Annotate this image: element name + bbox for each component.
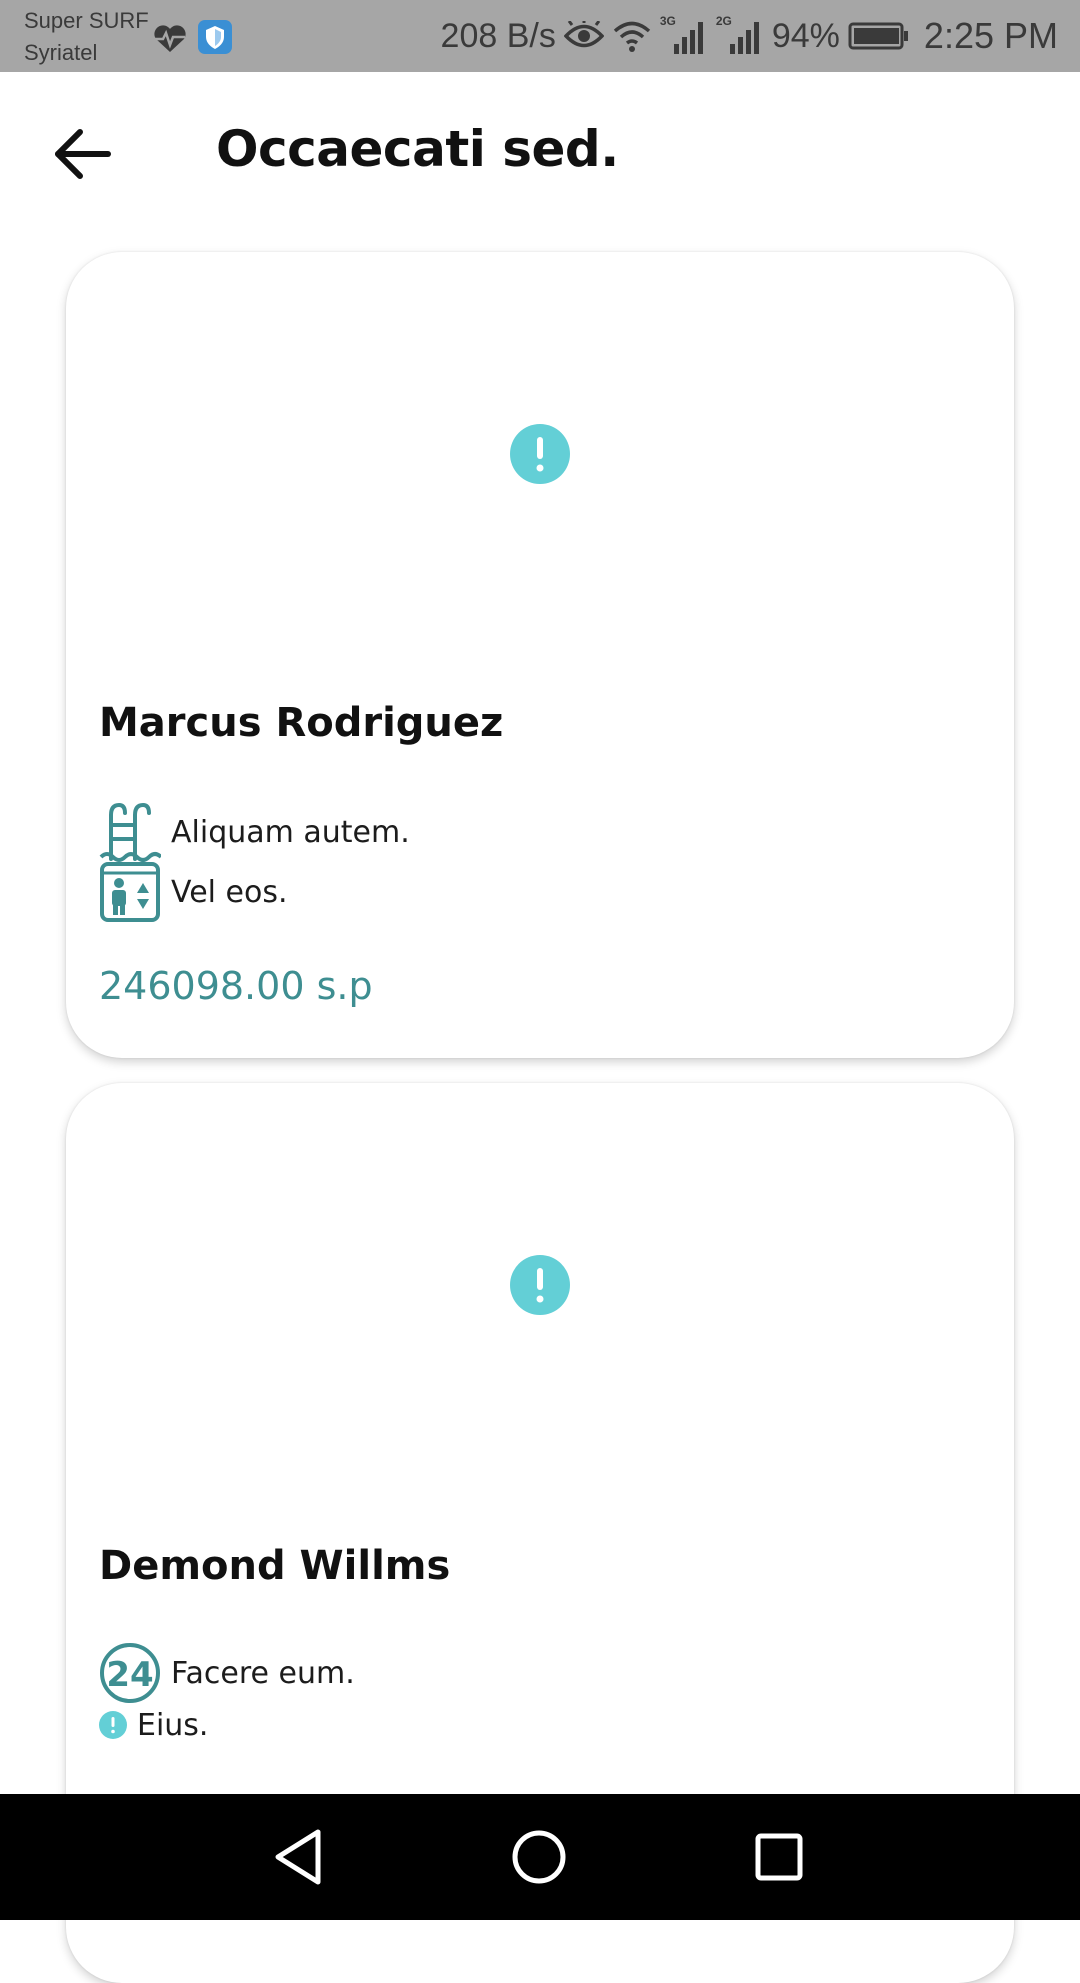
eye-icon — [563, 21, 604, 48]
nav-back-button[interactable] — [266, 1824, 332, 1890]
arrow-left-icon — [55, 129, 111, 179]
feature-label: Vel eos. — [171, 874, 288, 910]
triangle-back-icon — [275, 1829, 321, 1885]
heart-pulse-icon — [154, 25, 186, 52]
info-icon — [99, 1711, 127, 1739]
signal-icon — [673, 22, 703, 54]
signal-3g: 3G — [660, 14, 708, 56]
card-image-placeholder — [66, 1083, 1014, 1483]
feature-item: Aliquam autem. — [99, 802, 410, 862]
battery-icon — [848, 22, 908, 50]
carrier-name: Super SURF — [24, 8, 149, 33]
nav-home-button[interactable] — [506, 1824, 572, 1890]
battery-percent: 94% — [771, 16, 840, 55]
system-nav-bar — [0, 1794, 1080, 1920]
feature-item: Eius. — [99, 1695, 208, 1755]
square-recents-icon — [755, 1833, 803, 1881]
signal-icon — [729, 22, 759, 54]
feature-label: Aliquam autem. — [171, 814, 410, 850]
page-title: Occaecati sed. — [216, 120, 619, 178]
shield-icon — [198, 20, 232, 54]
wifi-icon — [613, 21, 651, 52]
listing-card[interactable]: Marcus Rodriguez Aliquam autem. Vel eos.… — [66, 252, 1014, 1058]
elevator-icon — [100, 862, 160, 922]
app-bar: Occaecati sed. — [0, 72, 1080, 242]
status-bar: Super SURF Syriatel 208 B/s 3G 2G 94% 2:… — [0, 0, 1080, 72]
feature-label: Eius. — [137, 1707, 209, 1743]
svg-text:24: 24 — [106, 1655, 153, 1695]
card-title: Demond Willms — [99, 1543, 451, 1589]
carrier-name-secondary: Syriatel — [24, 40, 98, 65]
info-icon — [510, 424, 570, 484]
circle-home-icon — [512, 1830, 566, 1884]
card-title: Marcus Rodriguez — [99, 700, 504, 746]
network-speed: 208 B/s — [440, 16, 556, 55]
card-image-placeholder — [66, 252, 1014, 652]
pool-icon — [99, 802, 161, 862]
feature-item: Vel eos. — [99, 862, 288, 922]
feature-label: Facere eum. — [171, 1655, 355, 1691]
nav-recents-button[interactable] — [746, 1824, 812, 1890]
status-time: 2:25 PM — [923, 15, 1058, 56]
signal-2g: 2G — [716, 14, 764, 56]
info-icon — [510, 1255, 570, 1315]
status-right: 208 B/s 3G 2G 94% 2:25 PM — [441, 0, 1058, 72]
feature-item: 24 Facere eum. — [99, 1643, 355, 1703]
status-left: Super SURF Syriatel — [24, 6, 264, 70]
back-button[interactable] — [50, 124, 116, 184]
card-price: 246098.00 s.p — [99, 964, 373, 1008]
